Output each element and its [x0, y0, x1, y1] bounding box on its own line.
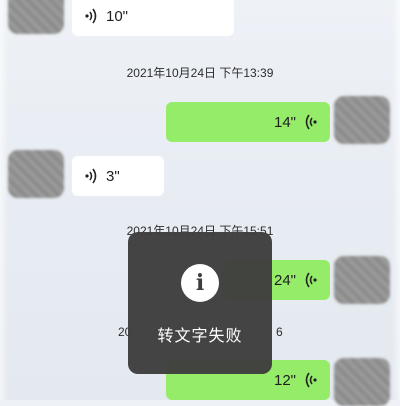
avatar[interactable] — [8, 150, 64, 198]
screen-edge — [392, 0, 400, 400]
voice-message-bubble[interactable]: 3" — [72, 156, 164, 196]
avatar[interactable] — [334, 256, 390, 304]
voice-wave-icon — [84, 7, 100, 25]
voice-wave-icon — [302, 371, 318, 389]
avatar[interactable] — [334, 96, 390, 144]
voice-wave-icon — [302, 113, 318, 131]
voice-duration: 10" — [106, 7, 129, 25]
message-timestamp: 2021年10月24日 下午13:39 — [126, 66, 274, 80]
avatar[interactable] — [8, 0, 64, 34]
avatar[interactable] — [334, 358, 390, 406]
screen-edge — [0, 0, 8, 400]
info-icon: i — [181, 264, 219, 302]
voice-message-bubble[interactable]: 14" — [166, 102, 330, 142]
voice-duration: 12" — [273, 371, 296, 389]
voice-wave-icon — [302, 271, 318, 289]
message-timestamp: 6 — [276, 325, 283, 339]
voice-duration: 24" — [273, 271, 296, 289]
voice-duration: 14" — [273, 113, 296, 131]
voice-message-bubble[interactable]: 10" — [72, 0, 234, 36]
toast-message: 转文字失败 — [157, 328, 243, 345]
voice-wave-icon — [84, 167, 100, 185]
error-toast: i 转文字失败 — [128, 232, 272, 374]
voice-duration: 3" — [106, 167, 120, 185]
